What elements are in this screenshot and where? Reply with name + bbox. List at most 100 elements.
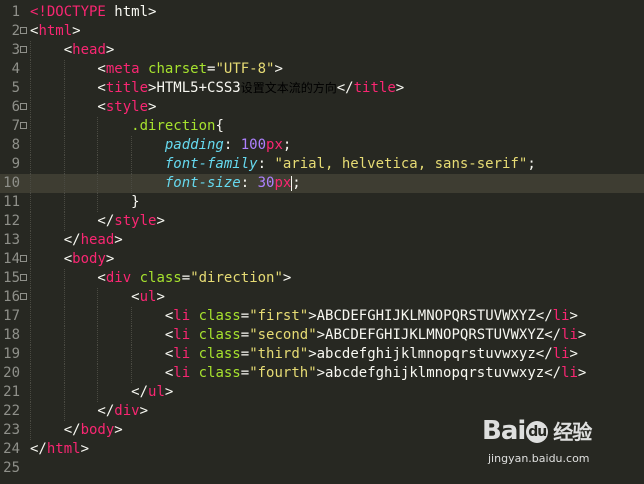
code-token: head xyxy=(80,232,115,248)
code-token: > xyxy=(577,365,587,381)
code-token: li xyxy=(173,365,191,381)
line-number: 20 xyxy=(3,365,20,381)
code-token: 设置文本流的方向 xyxy=(240,81,337,95)
code-token: div xyxy=(114,403,140,419)
line-number: 19 xyxy=(3,346,20,362)
code-token: > xyxy=(395,80,405,96)
watermark-url: jingyan.baidu.com xyxy=(488,452,590,465)
code-line[interactable]: 10 font-size: 30px; xyxy=(0,174,644,193)
line-number: 2 xyxy=(11,23,20,39)
code-token: : xyxy=(257,156,275,172)
code-line[interactable]: 12 </style> xyxy=(0,212,644,231)
code-token: body xyxy=(80,422,115,438)
code-token: class xyxy=(198,308,241,324)
code-token: < xyxy=(30,270,106,286)
code-text: </html> xyxy=(30,440,89,459)
code-line[interactable]: 11 } xyxy=(0,193,644,212)
code-text: padding: 100px; xyxy=(30,136,291,155)
line-number: 3 xyxy=(11,42,20,58)
code-line[interactable]: 21 </ul> xyxy=(0,383,644,402)
code-token: title xyxy=(105,80,149,96)
code-token: li xyxy=(173,346,191,362)
code-token: div xyxy=(105,270,132,286)
code-line[interactable]: 1 <!DOCTYPE html> xyxy=(0,3,644,22)
code-line[interactable]: 14 <body> xyxy=(0,250,644,269)
code-token: li xyxy=(173,327,191,343)
code-line[interactable]: 19 <li class="third">abcdefghijklmnopqrs… xyxy=(0,345,644,364)
code-token: : xyxy=(240,175,258,191)
code-text: </head> xyxy=(30,231,123,250)
code-line[interactable]: 20 <li class="fourth">abcdefghijklmnopqr… xyxy=(0,364,644,383)
fold-toggle-icon[interactable] xyxy=(20,274,27,281)
code-line[interactable]: 17 <li class="first">ABCDEFGHIJKLMNOPQRS… xyxy=(0,307,644,326)
code-line[interactable]: 13 </head> xyxy=(0,231,644,250)
code-line[interactable]: 7 .direction{ xyxy=(0,117,644,136)
code-token: 100 xyxy=(240,137,267,153)
code-line[interactable]: 16 <ul> xyxy=(0,288,644,307)
code-line[interactable]: 8 padding: 100px; xyxy=(0,136,644,155)
code-token: head xyxy=(72,42,106,58)
code-token: li xyxy=(552,346,570,362)
code-text: <body> xyxy=(30,250,115,269)
code-line[interactable]: 4 <meta charset="UTF-8"> xyxy=(0,60,644,79)
code-text: <html> xyxy=(30,22,81,41)
code-line[interactable]: 5 <title>HTML5+CSS3设置文本流的方向</title> xyxy=(0,79,644,98)
code-token: < xyxy=(30,80,106,96)
code-token: ul xyxy=(139,289,157,305)
line-number: 1 xyxy=(11,4,20,20)
code-token: > xyxy=(569,346,578,362)
code-token: "first" xyxy=(249,308,309,324)
code-line[interactable]: 3 <head> xyxy=(0,41,644,60)
code-line[interactable]: 6 <style> xyxy=(0,98,644,117)
code-text: font-family: "arial, helvetica, sans-ser… xyxy=(30,155,536,174)
code-token: title xyxy=(353,80,396,96)
code-line[interactable]: 9 font-family: "arial, helvetica, sans-s… xyxy=(0,155,644,174)
code-token: { xyxy=(215,118,224,134)
line-number: 25 xyxy=(3,460,20,476)
code-token: > xyxy=(105,42,115,58)
code-token: < xyxy=(30,365,174,381)
code-token: "direction" xyxy=(190,270,283,286)
code-line[interactable]: 2 <html> xyxy=(0,22,644,41)
fold-toggle-icon[interactable] xyxy=(20,255,27,262)
line-number: 23 xyxy=(3,422,20,438)
line-number: 24 xyxy=(3,441,20,457)
code-token: >abcdefghijklmnopqrstuvwxyz</ xyxy=(308,346,553,362)
code-token: >abcdefghijklmnopqrstuvwxyz</ xyxy=(316,365,562,381)
fold-toggle-icon[interactable] xyxy=(20,293,27,300)
code-line[interactable]: 15 <div class="direction"> xyxy=(0,269,644,288)
code-token: "second" xyxy=(249,327,317,343)
code-token: px xyxy=(266,137,283,153)
code-token: class xyxy=(198,346,241,362)
code-editor[interactable]: 1 <!DOCTYPE html> 2 <html> 3 <head> 4 <meta c… xyxy=(0,0,644,484)
code-token: ; xyxy=(292,175,301,191)
line-number: 8 xyxy=(11,137,20,153)
fold-toggle-icon[interactable] xyxy=(20,46,27,53)
code-token: : xyxy=(223,137,241,153)
fold-toggle-icon[interactable] xyxy=(20,27,27,34)
code-token: font-family xyxy=(164,156,258,172)
code-line[interactable]: 18 <li class="second">ABCDEFGHIJKLMNOPQR… xyxy=(0,326,644,345)
line-number: 22 xyxy=(3,403,20,419)
code-token: </ xyxy=(30,232,81,248)
code-token: body xyxy=(72,251,106,267)
fold-toggle-icon[interactable] xyxy=(20,103,27,110)
code-token: li xyxy=(552,308,570,324)
logo-text: Bai xyxy=(482,416,526,446)
line-number: 4 xyxy=(11,61,20,77)
fold-toggle-icon[interactable] xyxy=(20,122,27,129)
code-token: "arial, helvetica, sans-serif" xyxy=(274,156,528,172)
code-token: padding xyxy=(164,137,224,153)
code-token: </ xyxy=(30,213,115,229)
code-token: style xyxy=(105,99,149,115)
code-token: "third" xyxy=(249,346,309,362)
code-token: li xyxy=(173,308,191,324)
code-token: = xyxy=(240,327,250,343)
code-text: <div class="direction"> xyxy=(30,269,291,288)
code-token: = xyxy=(181,270,191,286)
